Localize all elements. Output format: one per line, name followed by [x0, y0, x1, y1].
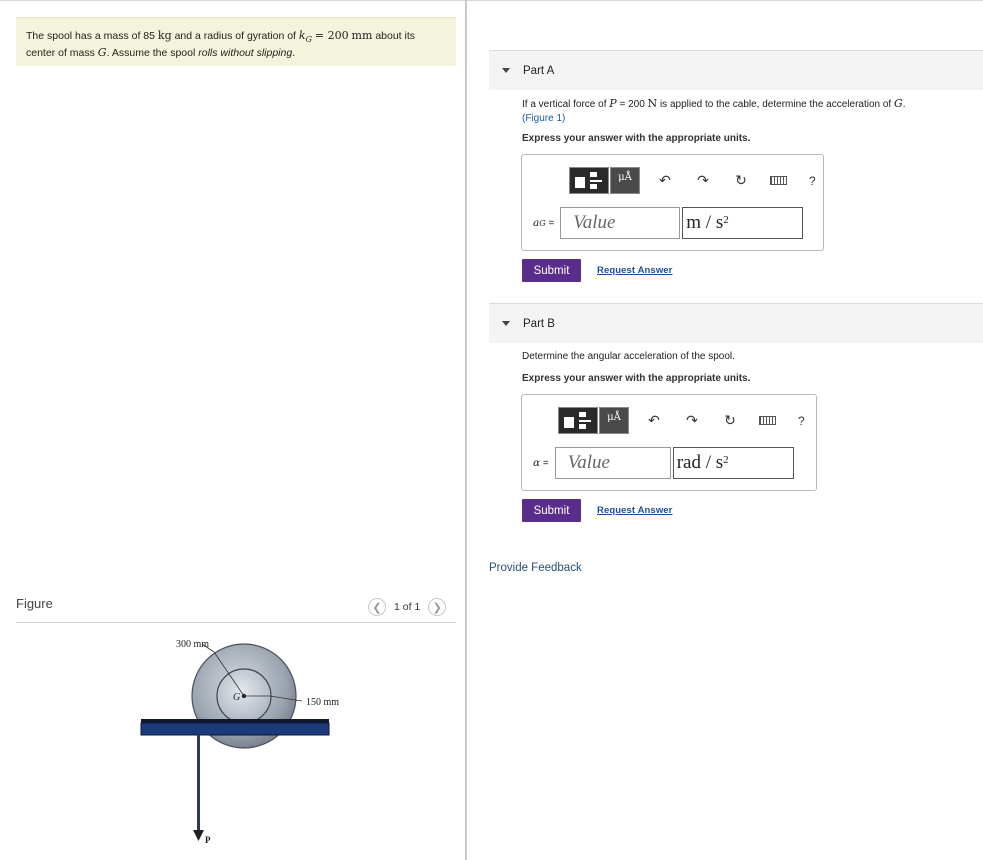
help-icon[interactable]: ?: [798, 414, 805, 428]
dim-outer-label: 300 mm: [176, 639, 209, 650]
problem-statement: The spool has a mass of 85 kg and a radi…: [16, 17, 456, 66]
part-b-header[interactable]: Part B: [489, 303, 983, 343]
part-b-question: Determine the angular acceleration of th…: [522, 351, 735, 362]
part-b-toolbar: μÅ ↶ ↷ ↻ ?: [558, 407, 805, 434]
center-label: G: [233, 692, 240, 703]
reset-icon[interactable]: ↻: [723, 412, 737, 429]
units-button[interactable]: μÅ: [599, 407, 629, 434]
dim-inner-label: 150 mm: [306, 697, 339, 708]
part-a-request-answer-link[interactable]: Request Answer: [597, 265, 672, 276]
panel-divider: [465, 0, 467, 860]
part-b-unit-input[interactable]: rad / s2: [672, 447, 794, 479]
part-a-submit-button[interactable]: Submit: [522, 259, 581, 282]
problem-text: .: [292, 47, 296, 60]
figure-counter: 1 of 1: [394, 601, 421, 613]
template-button[interactable]: [569, 167, 609, 194]
part-b-submit-button[interactable]: Submit: [522, 499, 581, 522]
help-icon[interactable]: ?: [809, 174, 816, 188]
collapse-triangle-icon[interactable]: [502, 68, 510, 73]
top-rule: [0, 0, 983, 1]
part-a-value-input[interactable]: Value: [560, 207, 681, 239]
part-a-instruction: Express your answer with the appropriate…: [522, 133, 751, 144]
problem-text: center of mass: [26, 47, 95, 60]
figure-label: Figure: [16, 596, 53, 611]
part-b-value-input[interactable]: Value: [554, 447, 671, 479]
var-G: G: [894, 97, 903, 110]
template-button[interactable]: [558, 407, 598, 434]
part-a-answer-box: μÅ ↶ ↷ ↻ ? aG = Value m / s2: [521, 154, 824, 251]
unit-kg: kg: [157, 29, 172, 42]
ground-beam: [140, 722, 330, 736]
var-P: P: [609, 97, 617, 110]
problem-text: and a radius of gyration of: [174, 30, 296, 42]
part-b-answer-row: α = Value rad / s2: [533, 447, 794, 479]
part-a-variable: aG =: [533, 217, 555, 229]
unit-N: N: [647, 97, 658, 110]
figure-nav: ❮ 1 of 1 ❯: [368, 597, 447, 617]
redo-icon[interactable]: ↷: [696, 172, 710, 189]
chevron-right-icon[interactable]: ❯: [428, 598, 447, 616]
part-b-title: Part B: [523, 317, 555, 330]
problem-text: The spool has a mass of 85: [26, 30, 155, 42]
part-b-answer-box: μÅ ↶ ↷ ↻ ? α = Value rad / s2: [521, 394, 817, 491]
var-k: k: [298, 29, 306, 42]
ground-top: [141, 719, 329, 723]
var-k-sub: G: [305, 35, 312, 45]
units-button[interactable]: μÅ: [610, 167, 640, 194]
figure-rule: [16, 622, 456, 623]
problem-text-italic: rolls without slipping: [198, 47, 293, 60]
var-G: G: [97, 46, 107, 60]
chevron-left-icon[interactable]: ❮: [368, 598, 386, 616]
spool-diagram: G 300 mm 150 mm P: [130, 630, 370, 855]
figure-link[interactable]: (Figure 1): [522, 113, 565, 124]
provide-feedback-link[interactable]: Provide Feedback: [489, 562, 582, 574]
keyboard-icon[interactable]: [770, 176, 787, 185]
reset-icon[interactable]: ↻: [734, 172, 748, 189]
k-value: = 200: [314, 29, 349, 42]
force-label: P: [205, 835, 211, 845]
collapse-triangle-icon[interactable]: [502, 321, 510, 326]
problem-text: about its: [375, 30, 416, 42]
part-a-toolbar: μÅ ↶ ↷ ↻ ?: [569, 167, 816, 194]
undo-icon[interactable]: ↶: [658, 172, 672, 189]
part-b-request-answer-link[interactable]: Request Answer: [597, 505, 672, 516]
part-b-instruction: Express your answer with the appropriate…: [522, 373, 751, 384]
part-a-header[interactable]: Part A: [489, 50, 983, 90]
keyboard-icon[interactable]: [759, 416, 776, 425]
cable: [197, 735, 200, 830]
part-a-title: Part A: [523, 64, 555, 77]
part-b-variable: α =: [533, 457, 549, 469]
undo-icon[interactable]: ↶: [647, 412, 661, 429]
part-a-answer-row: aG = Value m / s2: [533, 207, 804, 239]
part-a-unit-input[interactable]: m / s2: [682, 207, 804, 239]
part-a-question: If a vertical force of P = 200 N is appl…: [522, 97, 906, 124]
problem-text: . Assume the spool: [106, 47, 196, 60]
unit-mm: mm: [351, 29, 373, 42]
redo-icon[interactable]: ↷: [685, 412, 699, 429]
